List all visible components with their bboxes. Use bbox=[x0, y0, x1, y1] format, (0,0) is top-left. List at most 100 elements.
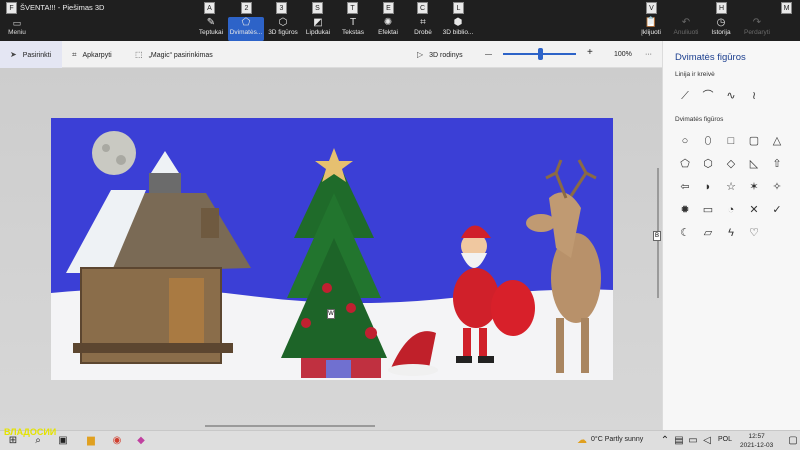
shape-tool-9[interactable]: ⇧ bbox=[769, 156, 785, 173]
battery-icon[interactable]: ▭ bbox=[686, 434, 700, 448]
tool-2d-shapes[interactable]: ⬠ Dvimatės... bbox=[228, 17, 264, 41]
shape-tool-1[interactable]: ⬯ bbox=[700, 133, 716, 150]
shape-tool-22[interactable]: ϟ bbox=[723, 225, 739, 242]
tool-label: Perdaryti bbox=[743, 29, 770, 36]
shape-tool-23[interactable]: ♡ bbox=[746, 225, 762, 242]
shortcut-key: L bbox=[453, 2, 464, 14]
weather-text[interactable]: 0°C Partly sunny bbox=[591, 436, 643, 443]
shape-tool-0[interactable]: ○ bbox=[677, 133, 693, 150]
3d-shapes-icon: ⬡ bbox=[278, 17, 288, 28]
cursor-icon: ➤ bbox=[10, 50, 17, 59]
shortcut-key: H bbox=[716, 2, 727, 14]
shape-tool-12[interactable]: ☆ bbox=[723, 179, 739, 196]
tool-label: 3D figūros bbox=[268, 29, 298, 36]
shape-tool-8[interactable]: ◺ bbox=[746, 156, 762, 173]
tool-brushes[interactable]: ✎ Teptukai bbox=[196, 17, 226, 41]
shape-tool-18[interactable]: ✕ bbox=[746, 202, 762, 219]
2d-shapes-icon: ⬠ bbox=[241, 17, 251, 28]
shortcut-key: S bbox=[312, 2, 323, 14]
crop-icon: ⌗ bbox=[72, 50, 77, 59]
tool-effects[interactable]: ✺ Efektai bbox=[373, 17, 403, 41]
shape-tool-3[interactable]: ▢ bbox=[746, 133, 762, 150]
shape-tool-15[interactable]: ✹ bbox=[677, 202, 693, 219]
shape-tool-11[interactable]: ◗ bbox=[700, 179, 716, 196]
tool-label: Įklijuoti bbox=[641, 29, 661, 36]
view-3d-button[interactable]: ▷ 3D rodinys bbox=[417, 48, 463, 62]
menu-button[interactable]: ▭ Meniu bbox=[4, 18, 30, 40]
chrome-icon[interactable]: ◉ bbox=[110, 434, 124, 448]
shortcut-key: T bbox=[347, 2, 358, 14]
line-tool-1[interactable]: ⌒ bbox=[700, 88, 716, 105]
notifications-icon[interactable]: ▢ bbox=[786, 434, 800, 448]
zoom-value: 100% bbox=[614, 51, 632, 58]
shortcut-key-f: F bbox=[6, 2, 17, 14]
tool-text[interactable]: T Tekstas bbox=[338, 17, 368, 41]
chevron-up-icon[interactable]: ⌃ bbox=[658, 434, 672, 448]
canvas-resize-handle-w[interactable]: W bbox=[327, 309, 335, 319]
line-tool-3[interactable]: ≀ bbox=[746, 88, 762, 105]
moon bbox=[92, 131, 136, 175]
2d-shapes-panel: Dvimatės figūros Linija ir kreivė ⟋ ⌒ ∿ ≀ D… bbox=[662, 41, 800, 430]
top-ribbon: F ŠVENTA!!! - Piešimas 3D ▭ Meniu A 2 3 … bbox=[0, 0, 800, 41]
shape-tool-16[interactable]: ▭ bbox=[700, 202, 716, 219]
clock-date: 2021-12-03 bbox=[740, 442, 774, 449]
tool-label: Anuliuoti bbox=[673, 29, 699, 36]
shape-tool-5[interactable]: ⬠ bbox=[677, 156, 693, 173]
zoom-in-button[interactable]: + bbox=[587, 46, 593, 60]
shape-tool-21[interactable]: ▱ bbox=[700, 225, 716, 242]
tool-canvas[interactable]: ⌗ Drobė bbox=[409, 17, 437, 41]
undo-icon: ↶ bbox=[681, 17, 691, 28]
line-tool-2[interactable]: ∿ bbox=[723, 88, 739, 105]
shape-tool-17[interactable]: ◔ bbox=[723, 202, 739, 219]
drawing-canvas[interactable]: W bbox=[51, 118, 613, 380]
sub-toolbar: ➤ Pasirinkti ⌗ Apkarpyti ⬚ „Magic“ pasirink… bbox=[0, 41, 662, 68]
volume-icon[interactable]: ◁ bbox=[700, 434, 714, 448]
horizontal-scrollbar[interactable] bbox=[205, 425, 375, 427]
workspace: W B bbox=[0, 68, 662, 430]
clock[interactable]: 12:57 2021-12-03 bbox=[740, 432, 773, 450]
paint-3d-icon[interactable]: ◆ bbox=[134, 434, 148, 448]
shape-tool-4[interactable]: △ bbox=[769, 133, 785, 150]
file-explorer-icon[interactable]: ▆ bbox=[84, 434, 98, 448]
shape-tool-14[interactable]: ✧ bbox=[769, 179, 785, 196]
shape-tool-2[interactable]: □ bbox=[723, 133, 739, 150]
lines-grid: ⟋ ⌒ ∿ ≀ bbox=[677, 88, 792, 105]
language-indicator[interactable]: POL bbox=[718, 436, 732, 443]
undo-button[interactable]: ↶ Anuliuoti bbox=[671, 17, 701, 41]
zoom-out-button[interactable]: — bbox=[485, 48, 492, 62]
redo-button[interactable]: ↷ Perdaryti bbox=[742, 17, 772, 41]
panel-title: Dvimatės figūros bbox=[675, 52, 746, 63]
line-tool-0[interactable]: ⟋ bbox=[677, 88, 693, 105]
magic-select-button[interactable]: ⬚ „Magic“ pasirinkimas bbox=[135, 48, 213, 62]
text-icon: T bbox=[349, 17, 357, 28]
menu-label: Meniu bbox=[8, 29, 26, 36]
crop-label: Apkarpyti bbox=[82, 52, 112, 59]
tool-label: Drobė bbox=[414, 29, 432, 36]
shape-tool-20[interactable]: ☾ bbox=[677, 225, 693, 242]
crop-button[interactable]: ⌗ Apkarpyti bbox=[72, 48, 112, 62]
redo-icon: ↷ bbox=[752, 17, 762, 28]
zoom-slider-thumb[interactable] bbox=[537, 48, 543, 60]
shape-tool-6[interactable]: ⬡ bbox=[700, 156, 716, 173]
view3d-label: 3D rodinys bbox=[429, 52, 463, 59]
shape-tool-19[interactable]: ✓ bbox=[769, 202, 785, 219]
network-icon[interactable]: ▤ bbox=[672, 434, 686, 448]
shapes-grid: ○ ⬯ □ ▢ △ ⬠ ⬡ ◇ ◺ ⇧ ⇦ ◗ ☆ ✶ ✧ ✹ ▭ ◔ ✕ ✓ ☾ ▱ ϟ ♡ bbox=[677, 133, 792, 242]
shape-tool-7[interactable]: ◇ bbox=[723, 156, 739, 173]
3d-library-icon: ⬢ bbox=[453, 17, 463, 28]
shape-tool-13[interactable]: ✶ bbox=[746, 179, 762, 196]
select-button[interactable]: ➤ Pasirinkti bbox=[0, 41, 62, 68]
paste-button[interactable]: 📋 Įklijuoti bbox=[638, 17, 664, 41]
shape-tool-10[interactable]: ⇦ bbox=[677, 179, 693, 196]
history-button[interactable]: ◷ Istorija bbox=[707, 17, 735, 41]
tool-stickers[interactable]: ◩ Lipdukai bbox=[303, 17, 333, 41]
tool-label: Efektai bbox=[378, 29, 398, 36]
tool-label: Istorija bbox=[711, 29, 731, 36]
tool-3d-shapes[interactable]: ⬡ 3D figūros bbox=[266, 17, 300, 41]
panel-handle-b[interactable]: B bbox=[653, 231, 661, 241]
more-button[interactable]: ··· bbox=[645, 48, 652, 62]
lines-section-label: Linija ir kreivė bbox=[675, 71, 715, 78]
task-view-icon[interactable]: ▣ bbox=[56, 434, 70, 448]
tool-3d-library[interactable]: ⬢ 3D biblio... bbox=[440, 17, 476, 41]
christmas-tree bbox=[281, 148, 387, 378]
